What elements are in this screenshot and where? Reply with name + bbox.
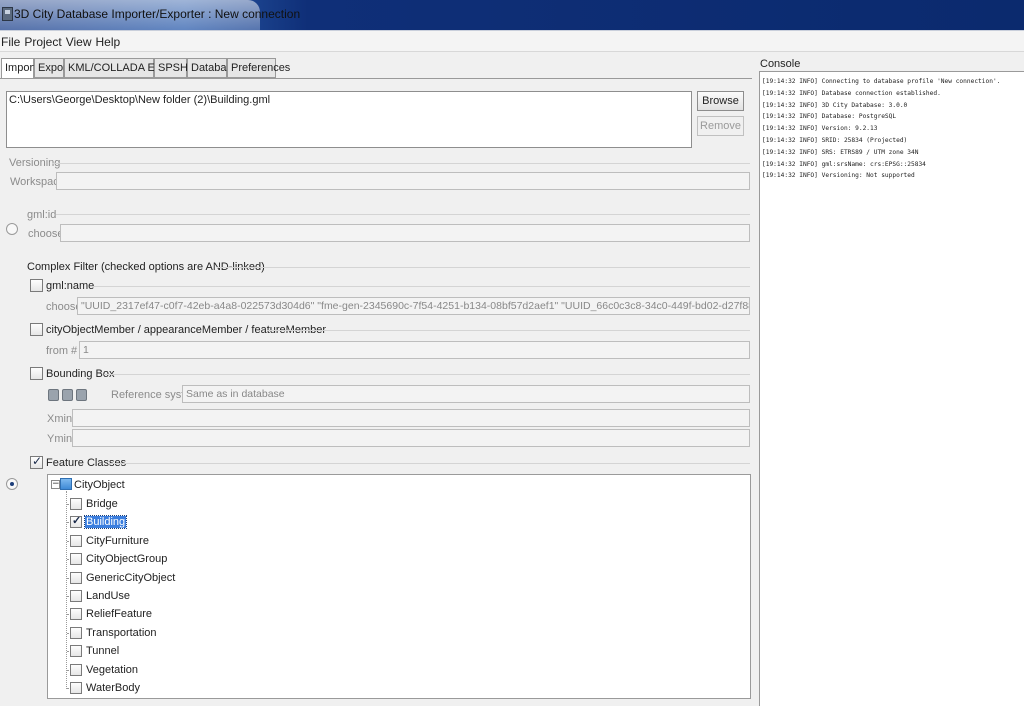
file-list[interactable]: C:\Users\George\Desktop\New folder (2)\B…: [6, 91, 692, 148]
tree-item-checkbox[interactable]: [70, 498, 82, 510]
console-line: [19:14:32 INFO] Connecting to database p…: [762, 78, 1001, 85]
file-list-item[interactable]: C:\Users\George\Desktop\New folder (2)\B…: [9, 94, 689, 106]
tree-item-label[interactable]: WaterBody: [85, 682, 141, 694]
gml-name-divider: [90, 286, 750, 287]
console-line: [19:14:32 INFO] Database: PostgreSQL: [762, 113, 897, 121]
feature-class-tree[interactable]: [47, 474, 751, 699]
gml-name-label: gml:name: [46, 280, 95, 292]
menu-project[interactable]: Project: [23, 31, 64, 49]
tab-preferences[interactable]: Preferences: [227, 58, 290, 78]
console-line: [19:14:32 INFO] SRID: 25834 (Projected): [762, 136, 908, 144]
tree-item-label[interactable]: ReliefFeature: [85, 608, 153, 620]
gmlid-choose-label: choose: [28, 228, 64, 240]
complex-filter-divider: [217, 267, 750, 268]
app-icon: [2, 7, 13, 21]
gmlid-choose-field[interactable]: [60, 224, 750, 242]
menu-view[interactable]: View: [65, 31, 95, 49]
tree-item-label[interactable]: Bridge: [85, 498, 119, 510]
console-line: [19:14:32 INFO] gml:srsName: crs:EPSG::2…: [762, 160, 926, 168]
tree-item-label[interactable]: CityFurniture: [85, 535, 150, 547]
tab-spshg[interactable]: SPSHG: [154, 58, 197, 78]
ymin-label: Ymin: [47, 433, 73, 445]
gml-name-choose-field[interactable]: "UUID_2317ef47-c0f7-42eb-a4a8-022573d304…: [77, 297, 750, 315]
window-title: 3D City Database Importer/Exporter : New…: [14, 7, 301, 21]
tree-item-checkbox[interactable]: [70, 608, 82, 621]
tree-item-label[interactable]: Vegetation: [85, 664, 139, 676]
tab-import[interactable]: Import: [1, 58, 36, 79]
from-field[interactable]: 1: [79, 341, 750, 359]
tree-item-checkbox[interactable]: [70, 553, 82, 566]
tree-item-label[interactable]: Transportation: [85, 627, 158, 639]
bounding-box-checkbox[interactable]: [30, 367, 43, 380]
tree-item-checkbox[interactable]: [70, 571, 82, 584]
copy-icon[interactable]: [62, 389, 73, 401]
menu-help[interactable]: Help: [95, 31, 124, 49]
console-line: [19:14:32 INFO] SRS: ETRS89 / UTM zone 3…: [762, 148, 919, 156]
gmlid-divider: [56, 214, 750, 215]
folder-icon: [60, 478, 72, 490]
tree-item-label[interactable]: Tunnel: [85, 645, 120, 657]
tree-connector: [66, 491, 67, 689]
complex-filter-radio[interactable]: [6, 478, 18, 490]
tree-item-label[interactable]: Building: [83, 515, 128, 530]
console-line: [19:14:32 INFO] 3D City Database: 3.0.0: [762, 101, 908, 109]
gmlid-label: gml:id: [27, 209, 57, 221]
browse-button[interactable]: Browse: [697, 91, 744, 111]
workspace-field[interactable]: [56, 172, 750, 190]
city-object-member-divider: [267, 330, 750, 331]
tree-item-checkbox[interactable]: [70, 663, 82, 676]
console-title: Console: [760, 58, 801, 70]
remove-button[interactable]: Remove: [697, 116, 744, 136]
gmlid-filter-radio[interactable]: [6, 223, 18, 235]
xmin-field[interactable]: [72, 409, 750, 427]
city-object-member-checkbox[interactable]: [30, 323, 43, 336]
tab-kml-collada-export[interactable]: KML/COLLADA Export: [64, 58, 179, 78]
tree-item-checkbox[interactable]: [70, 590, 82, 602]
menu-bar: File Project View Help: [0, 30, 1024, 52]
tab-database[interactable]: Database: [187, 58, 238, 78]
console-line: [19:14:32 INFO] Versioning: Not supporte…: [762, 172, 915, 180]
paste-icon[interactable]: [76, 389, 87, 401]
collapse-icon[interactable]: −: [51, 480, 60, 489]
tree-item-checkbox[interactable]: [70, 534, 82, 547]
ymin-field[interactable]: [72, 429, 750, 447]
console-log[interactable]: [19:14:32 INFO] Connecting to database p…: [759, 71, 1024, 706]
menu-file[interactable]: File: [0, 31, 23, 49]
tree-item-label[interactable]: CityObjectGroup: [85, 553, 168, 565]
console-line: [19:14:32 INFO] Database connection esta…: [762, 89, 941, 97]
versioning-divider: [52, 163, 750, 164]
tree-item-label[interactable]: GenericCityObject: [85, 572, 176, 584]
feature-classes-checkbox[interactable]: [30, 454, 43, 469]
reference-system-select[interactable]: Same as in database: [182, 385, 750, 403]
tab-export[interactable]: Export: [34, 58, 70, 78]
map-select-icon[interactable]: [48, 389, 59, 401]
from-label: from #: [46, 345, 78, 357]
title-bar: 3D City Database Importer/Exporter : New…: [0, 0, 1024, 30]
tree-item-checkbox[interactable]: [70, 626, 82, 639]
feature-classes-divider: [108, 463, 750, 464]
tree-item-checkbox[interactable]: [70, 682, 82, 694]
tree-item-label[interactable]: LandUse: [85, 590, 131, 602]
xmin-label: Xmin: [47, 413, 73, 425]
tree-item-checkbox[interactable]: [70, 514, 82, 529]
tree-item-checkbox[interactable]: [70, 645, 82, 658]
console-line: [19:14:32 INFO] Version: 9.2.13: [762, 125, 878, 133]
bounding-box-divider: [104, 374, 750, 375]
tree-root-cityobject[interactable]: CityObject: [74, 479, 125, 491]
gml-name-checkbox[interactable]: [30, 279, 43, 292]
